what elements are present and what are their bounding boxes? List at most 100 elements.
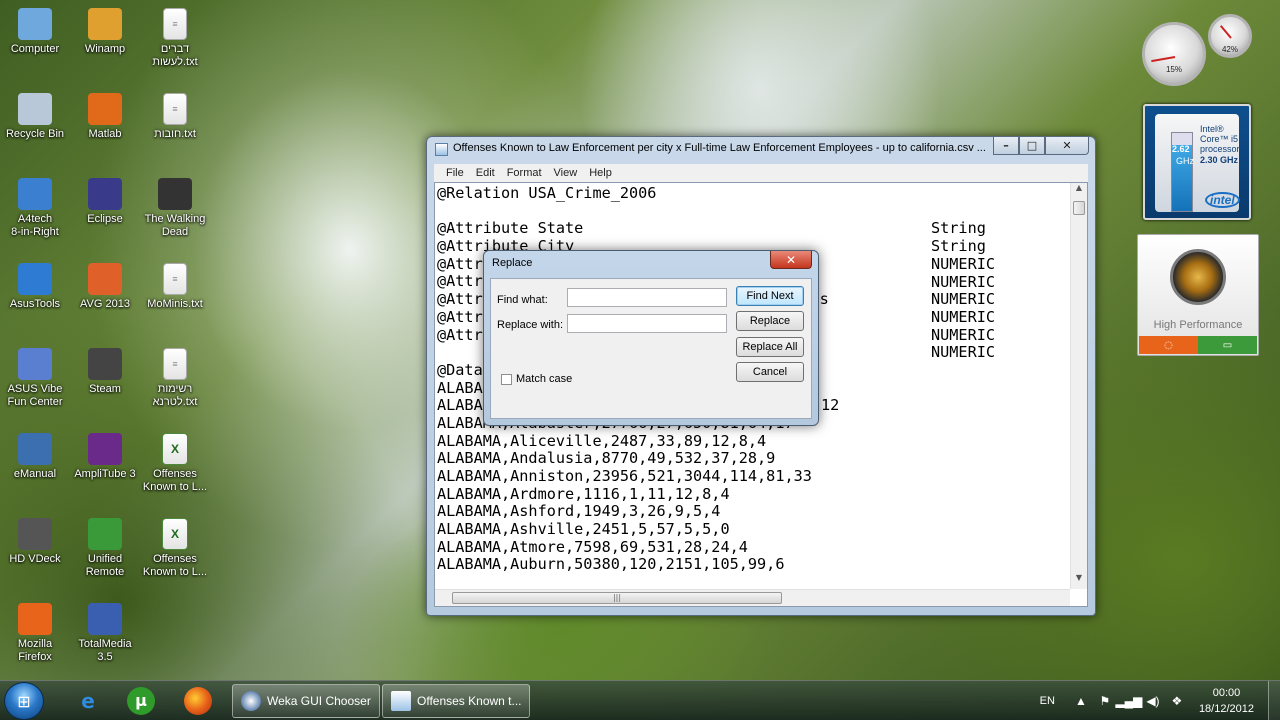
clock[interactable]: 00:00 18/12/2012	[1199, 685, 1254, 717]
text-line: @Relation USA_Crime_2006	[437, 185, 657, 202]
desktop-icon[interactable]: The Walking Dead	[140, 178, 210, 239]
desktop-icon[interactable]: Mozilla Firefox	[0, 603, 70, 664]
desktop-icon-label: Winamp	[84, 43, 126, 55]
asustools-icon	[18, 263, 52, 295]
dialog-close-button[interactable]: ✕	[770, 251, 812, 269]
menu-item-format[interactable]: Format	[501, 164, 548, 182]
vertical-scrollbar[interactable]: ▲ ▼	[1070, 183, 1087, 589]
desktop-icon-label: רשימות	[157, 383, 193, 395]
taskbar-item-weka[interactable]: Weka GUI Chooser	[232, 684, 380, 718]
menu-item-edit[interactable]: Edit	[470, 164, 501, 182]
power-plug-button[interactable]: ▭	[1198, 336, 1257, 354]
attribute-type: NUMERIC	[931, 343, 996, 362]
dropbox-icon[interactable]: ❖	[1169, 693, 1185, 709]
desktop-icon[interactable]: ≡ רשימות לטרנא.txt	[140, 348, 210, 409]
replace-with-input[interactable]	[567, 314, 727, 333]
desktop-icon[interactable]: Unified Remote	[70, 518, 140, 579]
notepad-icon	[435, 143, 448, 156]
volume-icon[interactable]: ◀)	[1145, 693, 1161, 709]
desktop-icon[interactable]: X Offenses Known to L...	[140, 518, 210, 579]
desktop-icon[interactable]: AVG 2013	[70, 263, 140, 311]
menu-item-help[interactable]: Help	[583, 164, 618, 182]
desktop-icon-label: לטרנא.txt	[152, 396, 198, 408]
desktop-icon[interactable]: AsusTools	[0, 263, 70, 311]
desktop-icon[interactable]: ≡ MoMinis.txt	[140, 263, 210, 311]
desktop-icon[interactable]: ASUS Vibe Fun Center	[0, 348, 70, 409]
flag-icon[interactable]: ⚑	[1097, 693, 1113, 709]
desktop-icon[interactable]: HD VDeck	[0, 518, 70, 566]
cpu-meter-gadget[interactable]: 15% 42%	[1140, 14, 1255, 94]
attribute-type: NUMERIC	[931, 325, 996, 344]
find-next-button[interactable]: Find Next	[736, 286, 804, 306]
maximize-button[interactable]: □	[1019, 137, 1045, 155]
desktop-icon[interactable]: Matlab	[70, 93, 140, 141]
power-plan-gadget[interactable]: High Performance ◌ ▭	[1137, 234, 1259, 356]
desktop-icon[interactable]: X Offenses Known to L...	[140, 433, 210, 494]
horizontal-scrollbar[interactable]: |||	[435, 589, 1070, 606]
desktop-icon[interactable]: Computer	[0, 8, 70, 56]
hd-vdeck-icon	[18, 518, 52, 550]
power-saver-button[interactable]: ◌	[1139, 336, 1198, 354]
network-icon[interactable]: ▂▄▆	[1115, 693, 1142, 709]
text-line	[437, 203, 1069, 221]
minimize-button[interactable]: –	[993, 137, 1019, 155]
vertical-scroll-thumb[interactable]	[1073, 201, 1085, 215]
intel-cpu-gadget[interactable]: 2.62 GHz Intel® Core™ i5 processor 2.30 …	[1143, 104, 1251, 220]
attribute-type: NUMERIC	[931, 290, 996, 309]
text-file-icon: ≡	[163, 348, 187, 380]
desktop-icon[interactable]: ≡ דברים לעשות.txt	[140, 8, 210, 69]
replace-dialog[interactable]: Replace ✕ Find what: Replace with: Find …	[483, 250, 819, 426]
replace-button[interactable]: Replace	[736, 311, 804, 331]
desktop-icon[interactable]: eManual	[0, 433, 70, 481]
intel-panel: 2.62 GHz Intel® Core™ i5 processor 2.30 …	[1155, 114, 1240, 212]
show-desktop-button[interactable]	[1268, 681, 1280, 720]
desktop-icon-label: Eclipse	[87, 213, 123, 225]
text-line: ALABAMA,Ashville,2451,5,57,5,5,0	[437, 520, 730, 539]
show-hidden-icons-icon[interactable]: ▲	[1073, 693, 1089, 709]
desktop-icon-label: Offenses	[153, 553, 197, 565]
start-button[interactable]: ⊞	[4, 682, 44, 720]
desktop-icon-label: 3.5	[97, 651, 113, 663]
menu-item-file[interactable]: File	[440, 164, 470, 182]
computer-icon	[18, 8, 52, 40]
walking-dead-icon	[158, 178, 192, 210]
horizontal-scroll-thumb[interactable]: |||	[452, 592, 782, 604]
replace-all-button[interactable]: Replace All	[736, 337, 804, 357]
scroll-down-icon[interactable]: ▼	[1071, 573, 1087, 589]
scroll-up-icon[interactable]: ▲	[1071, 183, 1087, 199]
firefox-icon[interactable]	[172, 684, 224, 718]
desktop-icon-label: Remote	[85, 566, 125, 578]
unified-remote-icon	[88, 518, 122, 550]
intel-current-freq: 2.62	[1172, 144, 1190, 154]
desktop-icon[interactable]: Recycle Bin	[0, 93, 70, 141]
emanual-icon	[18, 433, 52, 465]
text-line: ALABAMA,Ardmore,1116,1,11,12,8,4	[437, 484, 730, 503]
desktop-icon[interactable]: ≡ חובות.txt	[140, 93, 210, 141]
match-case-checkbox[interactable]	[501, 374, 512, 385]
replace-with-label: Replace with:	[497, 319, 564, 331]
desktop-icon[interactable]: TotalMedia 3.5	[70, 603, 140, 664]
desktop-icon-label: Steam	[89, 383, 121, 395]
desktop-icon-label: 8-in-Right	[11, 226, 59, 238]
desktop-icon[interactable]: Winamp	[70, 8, 140, 56]
find-what-input[interactable]	[567, 288, 727, 307]
memory-dial: 42%	[1208, 14, 1252, 58]
desktop-icon[interactable]: AmpliTube 3	[70, 433, 140, 481]
desktop-icon-label: AsusTools	[9, 298, 61, 310]
desktop-icon-label: Matlab	[88, 128, 122, 140]
language-indicator[interactable]: EN	[1040, 695, 1055, 707]
desktop-icon-label: The Walking	[144, 213, 206, 225]
internet-explorer-icon[interactable]: e	[62, 684, 114, 718]
utorrent-icon[interactable]: µ	[115, 684, 167, 718]
amplitube-icon	[88, 433, 122, 465]
text-line: ALABAMA,Andalusia,8770,49,532,37,28,9	[437, 449, 776, 468]
menu-item-view[interactable]: View	[548, 164, 584, 182]
desktop-icon[interactable]: Eclipse	[70, 178, 140, 226]
desktop-icon[interactable]: A4tech 8-in-Right	[0, 178, 70, 239]
attribute-type: String	[931, 219, 986, 238]
desktop-icon[interactable]: Steam	[70, 348, 140, 396]
memory-readout: 42%	[1221, 45, 1238, 54]
cancel-button[interactable]: Cancel	[736, 362, 804, 382]
close-button[interactable]: ✕	[1045, 137, 1089, 155]
taskbar-item-notepad[interactable]: Offenses Known t...	[382, 684, 530, 718]
